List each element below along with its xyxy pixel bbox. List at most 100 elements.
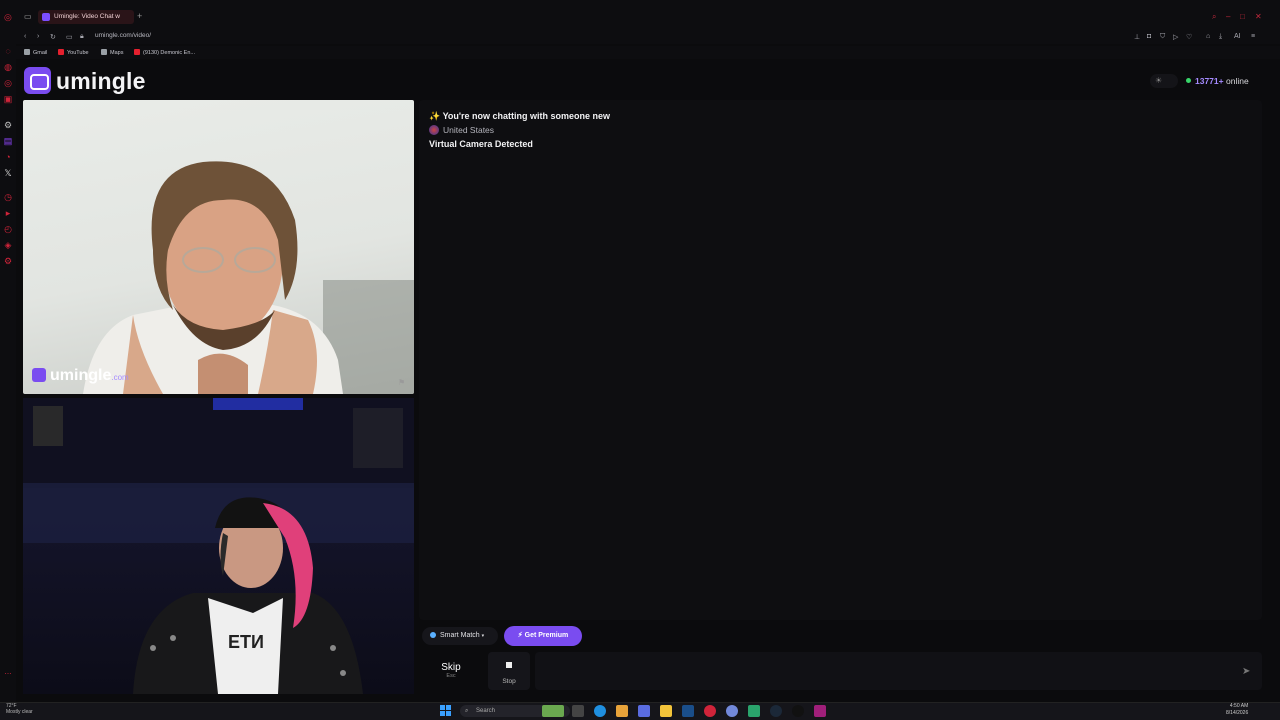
copilot-icon[interactable] [616,705,628,717]
umingle-watermark: umingle.com [32,367,129,385]
umingle-favicon-icon [42,13,50,21]
remote-video [23,100,414,394]
stop-button[interactable]: Stop [488,652,530,690]
skip-button[interactable]: Skip Esc [419,652,483,690]
report-flag-icon[interactable]: ⚑ [398,378,405,387]
taskbar-clock[interactable]: 4:50 AM 8/14/2026 [1226,703,1248,717]
youtube-icon [58,49,64,55]
smart-match-label: Smart Match [440,632,480,639]
tabs-snap-icon[interactable]: ▭ [66,33,73,41]
minimize-icon[interactable]: – [1226,12,1230,21]
skip-hint: Esc [446,673,456,679]
opera-taskbar-icon[interactable] [704,705,716,717]
close-window-icon[interactable]: ✕ [1255,12,1262,21]
bookmark-label: YouTube [67,50,89,56]
pin-icon[interactable]: ⊥ [1134,33,1140,41]
bookmark-gmail[interactable]: Gmail [24,49,47,56]
search-placeholder: Search [476,708,496,714]
lightning-icon: ⚡︎ [517,632,523,639]
bookmark-icon[interactable]: ◘ [1147,33,1151,40]
search-icon: ⌕ [465,708,469,714]
address-bar-row [16,30,1280,44]
folder-icon [24,49,30,55]
clock-date: 8/14/2026 [1226,710,1249,716]
local-video: ЕТИ [23,398,414,694]
search-tabs-icon[interactable]: ⌕ [1212,12,1216,22]
forward-icon[interactable]: › [37,33,39,40]
virtual-camera-notice: Virtual Camera Detected [429,139,533,149]
bookmark-youtube[interactable]: YouTube [58,49,89,56]
youtube-icon [134,49,140,55]
edge-icon[interactable] [594,705,606,717]
weather-widget[interactable]: 72°F Mostly clear [6,703,33,715]
aria-icon[interactable]: ◌ [3,46,13,56]
teams-icon[interactable] [638,705,650,717]
new-tab-icon[interactable]: + [137,11,142,21]
discord-icon[interactable] [726,705,738,717]
whatsapp-icon[interactable]: ◎ [3,78,13,88]
online-count: 13771+ [1195,76,1224,86]
chat-panel [419,100,1262,620]
windows-start-icon[interactable] [440,705,451,716]
theme-toggle[interactable]: ☀ [1150,74,1178,88]
url-field[interactable]: umingle.com/video/ [95,32,151,39]
status-text: You're now chatting with someone new [442,111,611,121]
flow-icon[interactable]: ◈ [3,240,13,250]
download-icon[interactable]: ⤓ [1219,33,1222,41]
send-icon[interactable]: ➤ [1242,666,1250,677]
messenger-icon[interactable]: ◍ [3,62,13,72]
umingle-logo-icon[interactable] [24,67,51,94]
play-icon[interactable]: ▷ [1173,33,1178,41]
steam-icon[interactable] [770,705,782,717]
clock-time: 4:50 AM [1229,703,1249,709]
message-input[interactable] [535,652,1262,690]
get-premium-button[interactable]: ⚡︎ Get Premium [504,626,582,646]
weather-desc: Mostly clear [6,709,33,715]
online-dot-icon [1186,78,1191,83]
lock-icon: 🔒︎ [80,33,84,40]
shield-icon[interactable]: ⛉ [1160,33,1165,41]
tab-menu-icon[interactable]: ▭ [24,12,32,21]
menu-icon[interactable]: ≡ [1251,33,1255,40]
premium-label: Get Premium [524,632,569,639]
file-explorer-icon[interactable] [660,705,672,717]
opera-logo-icon[interactable]: ◎ [4,12,12,23]
kick-icon[interactable] [814,705,826,717]
widget-landscape-icon[interactable] [542,705,564,717]
task-view-icon[interactable] [572,705,584,717]
maximize-icon[interactable]: □ [1240,12,1245,21]
bookmark-maps[interactable]: Maps [101,49,123,56]
twitch-icon[interactable]: ▤ [3,136,13,146]
ai-icon[interactable]: AI [1234,33,1241,40]
sidebar-more-icon[interactable]: ⋯ [3,670,13,680]
settings-icon[interactable]: ⚙ [3,120,13,130]
history-icon[interactable]: ◷ [3,192,13,202]
chat-status-message: ✨ You're now chatting with someone new [429,111,610,122]
send-icon[interactable]: ▸ [3,208,13,218]
heart-icon[interactable]: ♡ [1186,33,1192,41]
bookmark-label: (9130) Demonic En... [143,50,195,56]
back-icon[interactable]: ‹ [24,33,26,40]
tiktok-icon[interactable] [792,705,804,717]
browser-tab[interactable]: Umingle: Video Chat w [38,10,134,24]
chevron-down-icon: ▾ [481,633,485,639]
skip-label: Skip [441,662,461,673]
extensions-icon[interactable]: ⌂ [1206,33,1210,40]
partner-country: United States [429,125,494,135]
more-icon[interactable]: ⚙ [3,256,13,266]
smart-match-dropdown[interactable]: Smart Match ▾ [422,627,498,645]
store-icon[interactable] [682,705,694,717]
app-icon[interactable] [748,705,760,717]
instagram-icon[interactable]: ▣ [3,94,13,104]
bookmark-youtube-video[interactable]: (9130) Demonic En... [134,49,195,56]
bookmarks-bar [16,46,1280,59]
reload-icon[interactable]: ↻ [50,33,56,41]
browser-sidebar: ◌ ◍ ◎ ▣ ⚙ ▤ ◔ 𝕏 ◷ ▸ ◴ ◈ ⚙ ⋯ [0,30,16,702]
x-icon[interactable]: 𝕏 [3,168,13,178]
site-logo-text[interactable]: umingle [56,68,146,95]
tab-title: Umingle: Video Chat w [54,13,120,20]
sparkles-icon: ✨ [429,111,441,121]
clock-icon[interactable]: ◴ [3,224,13,234]
spotify-icon[interactable]: ◔ [3,152,13,162]
online-counter: 13771+ online [1186,74,1249,88]
